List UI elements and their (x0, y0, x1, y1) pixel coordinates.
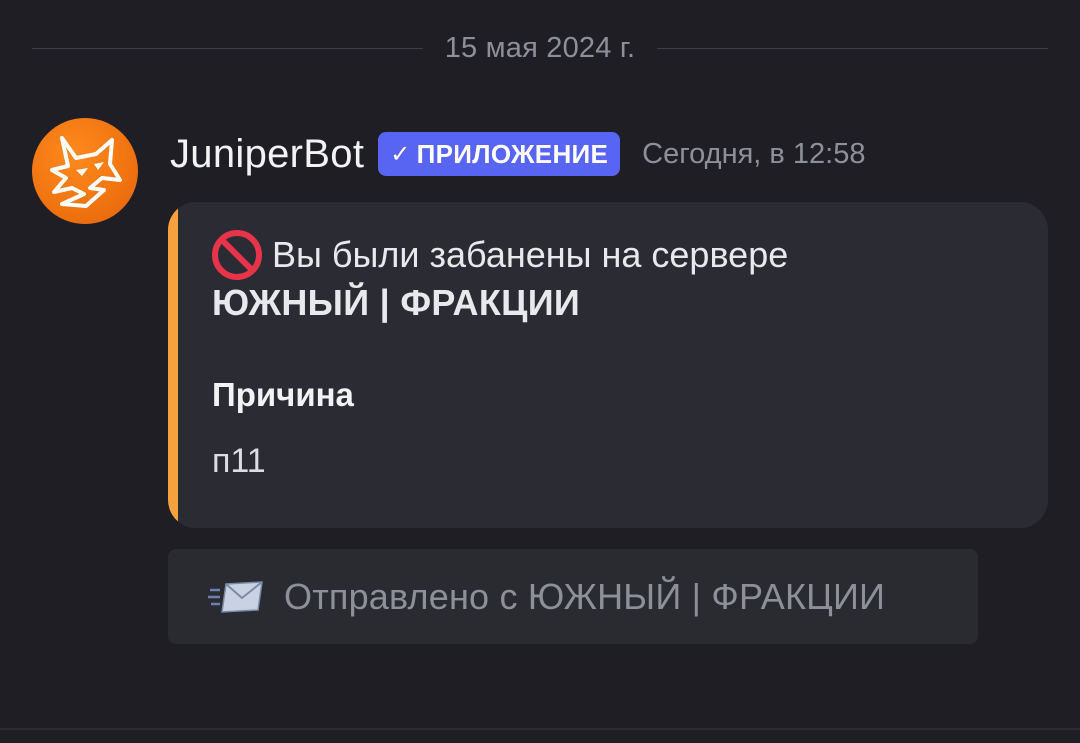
composer-divider (0, 728, 1080, 730)
embed-field-name: Причина (212, 376, 354, 413)
app-badge: ✓ ПРИЛОЖЕНИЕ (378, 132, 621, 176)
avatar[interactable] (32, 118, 138, 224)
app-badge-label: ПРИЛОЖЕНИЕ (416, 138, 609, 169)
incoming-envelope-icon (208, 580, 263, 613)
footer-text: Отправлено с ЮЖНЫЙ | ФРАКЦИИ (284, 575, 886, 617)
embed-server-name: ЮЖНЫЙ | ФРАКЦИИ (212, 282, 581, 323)
author-name[interactable]: JuniperBot (170, 132, 364, 177)
forwarded-footer[interactable]: Отправлено с ЮЖНЫЙ | ФРАКЦИИ (168, 549, 978, 644)
embed-title-text: Вы были забанены на сервере (272, 234, 789, 275)
message-header: JuniperBot ✓ ПРИЛОЖЕНИЕ Сегодня, в 12:58 (170, 126, 865, 182)
embed-accent-bar (168, 202, 178, 528)
message-timestamp: Сегодня, в 12:58 (642, 137, 866, 170)
embed-description: Вы были забанены на сервере (210, 228, 788, 282)
divider-line-left (32, 47, 423, 49)
no-entry-icon (212, 230, 262, 280)
chat-view: 15 мая 2024 г. JuniperBot ✓ ПРИЛОЖЕНИЕ С… (0, 0, 1080, 743)
check-icon: ✓ (390, 140, 411, 168)
date-divider: 15 мая 2024 г. (32, 28, 1049, 68)
fox-logo-icon (50, 136, 122, 208)
divider-line-right (657, 47, 1049, 49)
embed-field-value: п11 (212, 442, 266, 480)
ban-embed: Вы были забанены на сервере ЮЖНЫЙ | ФРАК… (168, 202, 1048, 528)
date-label: 15 мая 2024 г. (444, 31, 636, 64)
